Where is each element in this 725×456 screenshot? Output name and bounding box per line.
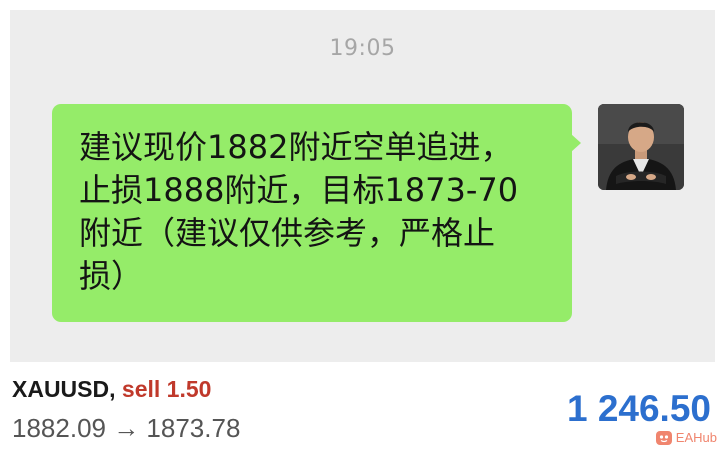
- chat-area: 19:05 建议现价1882附近空单追进， 止损1888附近，目标1873-70…: [10, 10, 715, 362]
- trade-header: XAUUSD, sell 1.50: [12, 376, 240, 403]
- avatar[interactable]: [598, 104, 684, 190]
- message-text: 建议现价1882附近空单追进， 止损1888附近，目标1873-70 附近（建议…: [79, 128, 519, 295]
- watermark-text: EAHub: [675, 430, 717, 445]
- eahub-logo-icon: [655, 430, 672, 445]
- avatar-photo-icon: [598, 104, 684, 190]
- message-timestamp: 19:05: [329, 36, 396, 61]
- trade-symbol: XAUUSD,: [12, 376, 116, 402]
- trade-side: sell 1.50: [121, 376, 212, 402]
- trade-profit: 1 246.50: [566, 388, 711, 429]
- watermark: EAHub: [655, 430, 717, 445]
- message-bubble[interactable]: 建议现价1882附近空单追进， 止损1888附近，目标1873-70 附近（建议…: [52, 104, 581, 322]
- trade-prices: 1882.09 → 1873.78: [12, 413, 241, 443]
- trade-summary: XAUUSD, sell 1.50 1882.09 → 1873.78: [12, 376, 240, 444]
